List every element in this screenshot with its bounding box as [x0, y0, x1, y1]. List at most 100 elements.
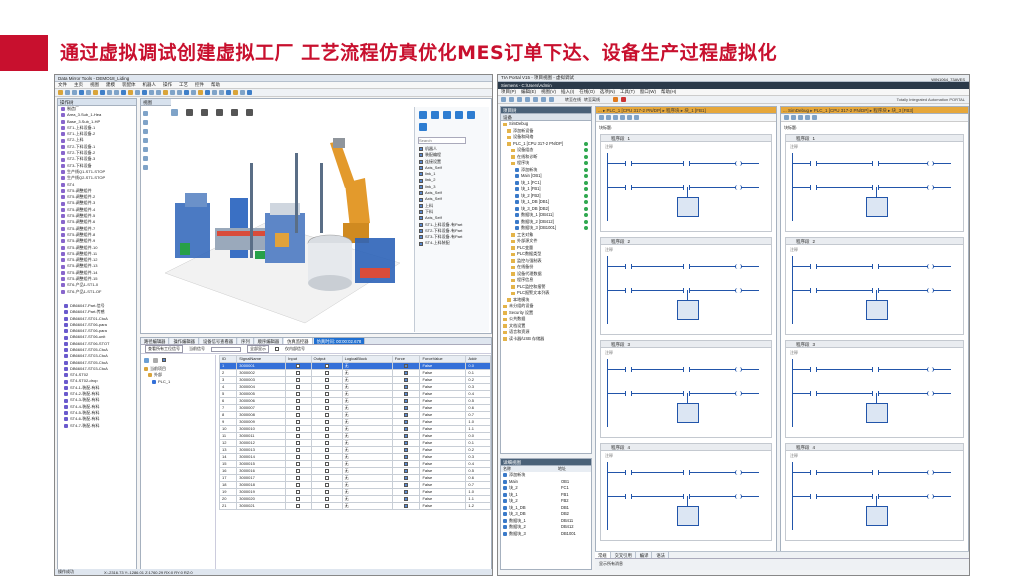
table-row[interactable]: 14 3000014 无 False 0.3	[219, 452, 491, 461]
editor-r-icon-2[interactable]	[791, 115, 796, 120]
io-checkbox[interactable]	[296, 406, 301, 411]
object-visible-checkbox[interactable]	[419, 235, 423, 240]
table-cell[interactable]	[310, 382, 343, 391]
menu-item[interactable]: 帮助	[211, 82, 220, 88]
table-row[interactable]: 18 3000018 无 False 0.7	[219, 480, 491, 489]
contact-symbol[interactable]	[625, 184, 632, 190]
menu-item[interactable]: 建模	[106, 82, 115, 88]
io-checkbox[interactable]	[324, 469, 329, 474]
force-checkbox[interactable]	[404, 434, 409, 439]
tia-menu-item[interactable]: 视图(V)	[541, 89, 556, 95]
redo-icon[interactable]	[533, 97, 538, 102]
toolbar-icon[interactable]	[233, 90, 238, 95]
io-checkbox[interactable]	[296, 483, 301, 488]
io-checkbox[interactable]	[324, 364, 329, 369]
table-row[interactable]: 7 3000007 无 False 0.6	[219, 403, 491, 412]
force-checkbox[interactable]	[404, 427, 409, 432]
io-checkbox[interactable]	[296, 497, 301, 502]
io-checkbox[interactable]	[324, 476, 329, 481]
table-row[interactable]: 15 3000015 无 False 0.4	[219, 459, 491, 468]
force-checkbox[interactable]	[404, 399, 409, 404]
network-segment[interactable]: 程序段 3 注释	[600, 340, 772, 438]
table-cell[interactable]	[285, 487, 312, 496]
network-header[interactable]: 程序段 1	[601, 135, 771, 142]
object-visible-checkbox[interactable]	[419, 172, 423, 177]
compile-icon[interactable]	[541, 97, 546, 102]
tree-item[interactable]: ST6-产品1-ST1-OF	[61, 289, 136, 295]
network-segment[interactable]: 程序段 1 注释	[600, 134, 772, 232]
table-row[interactable]: 11 3000011 无 False 0.0	[219, 431, 491, 440]
io-checkbox[interactable]	[296, 441, 301, 446]
io-checkbox[interactable]	[296, 448, 301, 453]
force-checkbox[interactable]	[404, 378, 409, 383]
view-front-icon[interactable]	[186, 109, 193, 116]
force-checkbox[interactable]	[404, 476, 409, 481]
prop-icon-6[interactable]	[419, 123, 427, 131]
toolbar-icon[interactable]	[163, 90, 168, 95]
network-segment[interactable]: 程序段 4 注释	[600, 443, 772, 541]
select-tool-icon[interactable]	[143, 111, 148, 116]
table-row[interactable]: 10 3000010 无 False 1.1	[219, 424, 491, 433]
force-checkbox[interactable]	[404, 504, 409, 509]
inspector-tab[interactable]: 常规	[595, 552, 611, 558]
editor-r-icon-3[interactable]	[798, 115, 803, 120]
cube-icon[interactable]	[216, 109, 223, 116]
io-checkbox[interactable]	[296, 420, 301, 425]
object-visible-checkbox[interactable]	[419, 197, 423, 202]
contact-symbol[interactable]	[625, 287, 632, 293]
toolbar-icon[interactable]	[191, 90, 196, 95]
bottom-tab[interactable]: 序列	[238, 338, 254, 344]
table-cell[interactable]	[391, 473, 421, 482]
signal-column-header[interactable]: Input	[285, 355, 312, 363]
io-checkbox[interactable]	[296, 399, 301, 404]
toolbar-icon[interactable]	[142, 90, 147, 95]
bottom-tab[interactable]: 设备信号查看器	[199, 338, 238, 344]
io-checkbox[interactable]	[324, 490, 329, 495]
table-cell[interactable]	[285, 389, 312, 398]
menu-item[interactable]: 机器人	[143, 82, 157, 88]
io-checkbox[interactable]	[296, 504, 301, 509]
table-cell[interactable]	[310, 417, 343, 426]
table-row[interactable]: 4 3000004 无 False 0.3	[219, 382, 491, 391]
io-checkbox[interactable]	[324, 455, 329, 460]
coil-symbol[interactable]	[735, 160, 742, 166]
toolbar-icon[interactable]	[184, 90, 189, 95]
go-online-button[interactable]: 转至在线	[565, 97, 581, 103]
network-header[interactable]: 程序段 4	[786, 444, 963, 451]
signal-column-header[interactable]: SignalName	[236, 355, 287, 363]
object-visible-checkbox[interactable]	[419, 184, 423, 189]
move-tool-icon[interactable]	[143, 120, 148, 125]
open-project-icon[interactable]	[509, 97, 514, 102]
network-segment[interactable]: 程序段 3 注释	[785, 340, 964, 438]
menu-item[interactable]: 装配体	[122, 82, 136, 88]
contact-symbol[interactable]	[683, 263, 690, 269]
editor-r-icon-1[interactable]	[784, 115, 789, 120]
measure-tool-icon[interactable]	[143, 147, 148, 152]
table-cell[interactable]	[285, 382, 312, 391]
table-cell[interactable]	[285, 396, 312, 405]
table-row[interactable]: 5 3000005 无 False 0.4	[219, 389, 491, 398]
table-cell[interactable]	[310, 424, 343, 433]
axis-icon[interactable]	[246, 109, 253, 116]
io-checkbox[interactable]	[296, 392, 301, 397]
new-project-icon[interactable]	[501, 97, 506, 102]
menu-item[interactable]: 操作	[163, 82, 172, 88]
bottom-tab[interactable]: 顺序编辑器	[254, 338, 284, 344]
object-visible-checkbox[interactable]	[419, 241, 423, 246]
editor-icon-6[interactable]	[634, 115, 639, 120]
table-cell[interactable]	[391, 431, 421, 440]
io-checkbox[interactable]	[324, 406, 329, 411]
table-cell[interactable]	[310, 389, 343, 398]
coil-symbol[interactable]	[735, 184, 742, 190]
force-checkbox[interactable]	[404, 448, 409, 453]
signal-column-header[interactable]: ID	[219, 355, 238, 363]
toolbar-icon[interactable]	[135, 90, 140, 95]
toolbar-icon[interactable]	[107, 90, 112, 95]
editor-icon-3[interactable]	[613, 115, 618, 120]
contact-symbol[interactable]	[810, 287, 817, 293]
table-cell[interactable]	[285, 501, 312, 510]
toolbar-icon[interactable]	[86, 90, 91, 95]
table-cell[interactable]	[285, 452, 312, 461]
current-signal-field[interactable]	[211, 346, 241, 352]
tia-menu-item[interactable]: 在线(O)	[579, 89, 595, 95]
